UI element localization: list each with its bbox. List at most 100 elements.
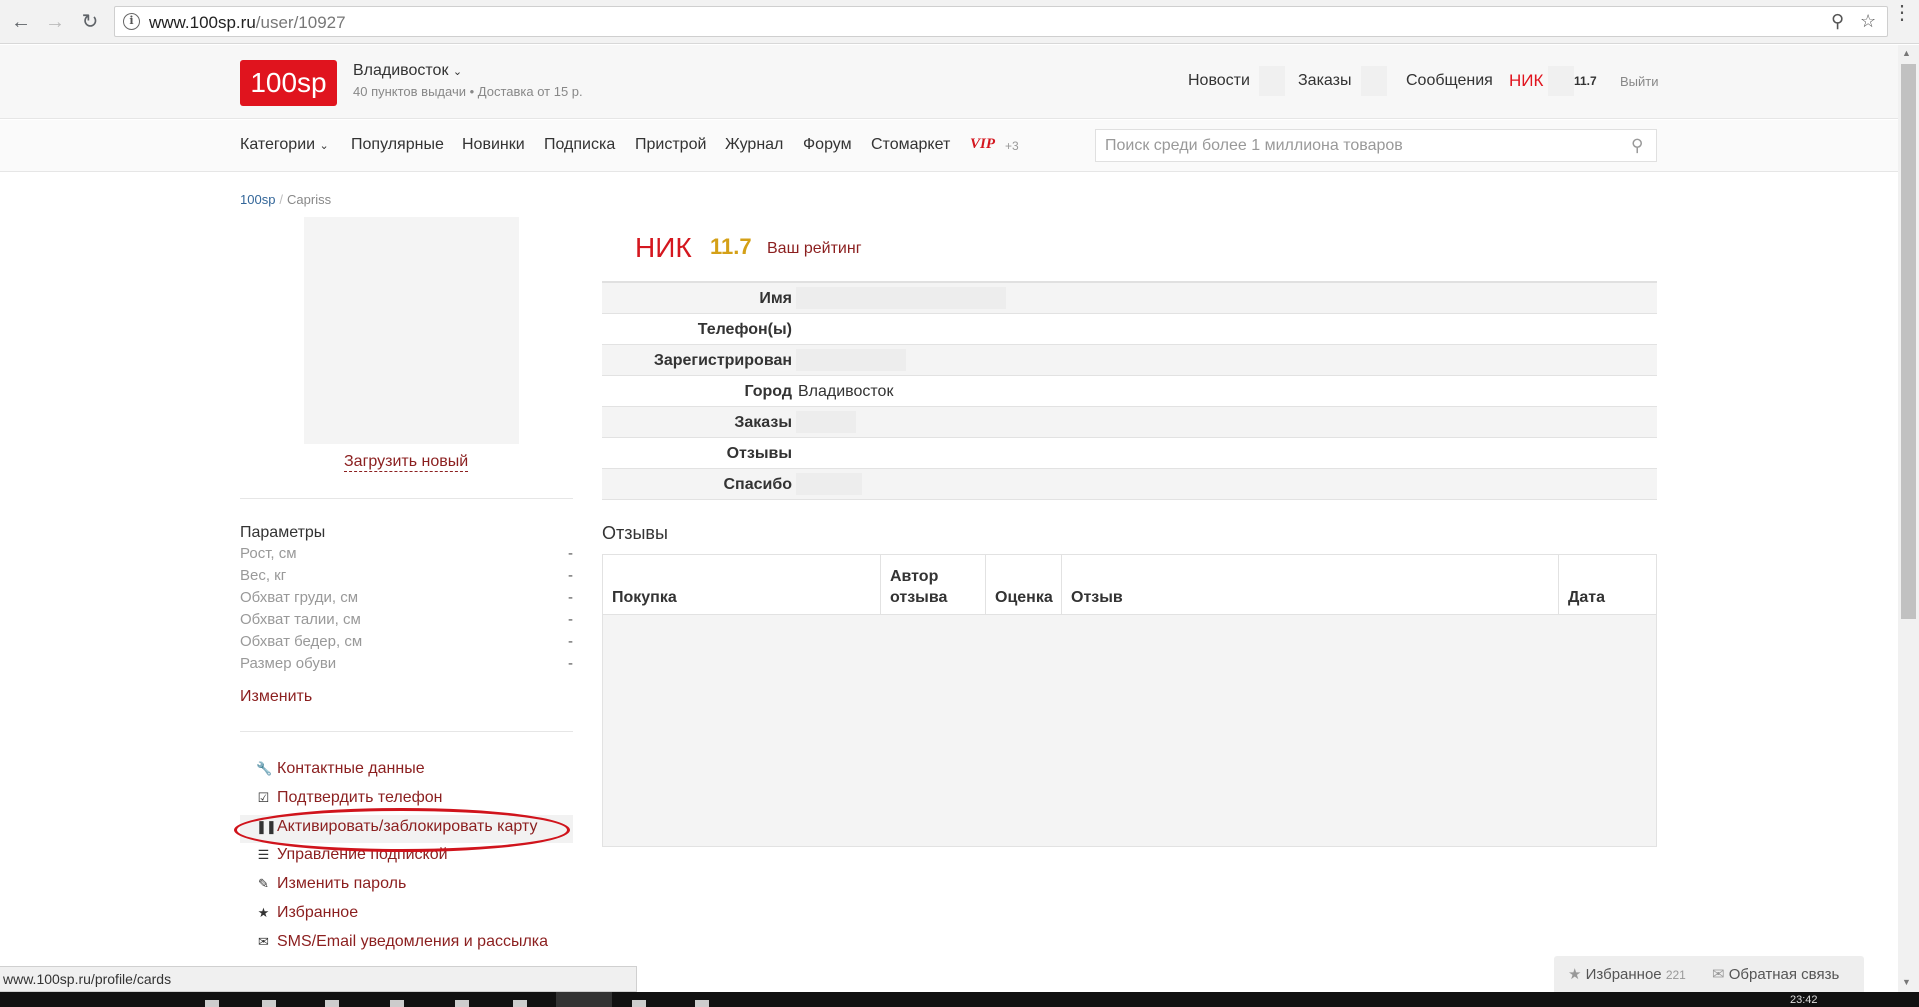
taskbar-app-icon[interactable] [513, 1000, 527, 1007]
address-url[interactable]: www.100sp.ru/user/10927 [149, 13, 346, 33]
taskbar-app-icon[interactable] [632, 1000, 646, 1007]
redacted-value [796, 287, 1006, 309]
avatar [304, 217, 519, 444]
cat-stomarket[interactable]: Стомаркет [871, 136, 950, 154]
cat-categories[interactable]: Категории ⌄ [240, 136, 329, 154]
breadcrumb-separator: / [279, 192, 284, 207]
scroll-down-icon[interactable]: ▼ [1902, 977, 1911, 987]
param-row: Обхват бедер, см - [240, 633, 573, 650]
chevron-down-icon: ⌄ [452, 66, 463, 78]
info-row-thanks: Спасибо [602, 469, 1657, 500]
redacted-value [796, 349, 906, 371]
reviews-table: Покупка Автор отзыва Оценка Отзыв Дата [602, 554, 1657, 847]
info-row-orders: Заказы [602, 407, 1657, 438]
redacted-value [796, 411, 856, 433]
scrollbar-thumb[interactable] [1901, 64, 1916, 619]
profile-rating: 11.7 [710, 234, 752, 259]
upload-avatar-link[interactable]: Загрузить новый [344, 453, 469, 472]
reload-icon[interactable]: ↻ [78, 10, 102, 34]
menu-change-password[interactable]: ✎ Изменить пароль [256, 875, 406, 893]
cat-new[interactable]: Новинки [462, 136, 525, 154]
cat-popular[interactable]: Популярные [351, 136, 444, 154]
wrench-icon: 🔧 [256, 761, 273, 776]
rating-label-link[interactable]: Ваш рейтинг [767, 240, 862, 258]
taskbar-app-icon[interactable] [205, 1000, 219, 1007]
site-logo[interactable]: 100sp [240, 60, 337, 106]
menu-notifications[interactable]: ✉ SMS/Email уведомления и рассылка [256, 933, 548, 951]
forward-arrow-icon[interactable]: → [43, 10, 67, 34]
feedback-widget[interactable]: ✉ Обратная связь [1712, 965, 1839, 983]
site-header: 100sp Владивосток ⌄ 40 пунктов выдачи • … [0, 45, 1898, 119]
search-icon[interactable]: ⚲ [1631, 136, 1643, 156]
reviews-header: Покупка Автор отзыва Оценка Отзыв Дата [603, 555, 1656, 615]
star-icon: ★ [257, 905, 270, 920]
info-row-registered: Зарегистрирован [602, 345, 1657, 376]
news-badge [1259, 66, 1285, 96]
breadcrumb-current: Capriss [287, 192, 332, 207]
param-row: Обхват талии, см - [240, 611, 573, 628]
info-row-reviews: Отзывы [602, 438, 1657, 469]
logout-link[interactable]: Выйти [1620, 74, 1659, 89]
search-box[interactable]: ⚲ [1095, 129, 1657, 162]
browser-menu-icon[interactable]: ⋮ [1892, 3, 1912, 23]
params-title: Параметры [240, 524, 326, 541]
zoom-icon[interactable]: ⚲ [1831, 11, 1844, 32]
breadcrumb-root[interactable]: 100sp [240, 192, 275, 207]
vip-link[interactable]: VIP [970, 136, 995, 153]
param-row: Размер обуви - [240, 655, 573, 672]
user-nick[interactable]: НИК [1509, 71, 1543, 91]
col-date[interactable]: Дата [1559, 555, 1656, 615]
status-bar-url: www.100sp.ru/profile/cards [0, 966, 637, 992]
menu-favorites[interactable]: ★ Избранное [256, 904, 358, 922]
param-row: Рост, см - [240, 545, 573, 562]
param-row: Обхват груди, см - [240, 589, 573, 606]
cat-subscription[interactable]: Подписка [544, 136, 615, 154]
col-rating[interactable]: Оценка [986, 555, 1062, 615]
bookmark-star-icon[interactable]: ☆ [1860, 11, 1876, 32]
taskbar-app-icon[interactable] [390, 1000, 404, 1007]
profile-nick: НИК [635, 232, 692, 263]
delivery-info: 40 пунктов выдачи • Доставка от 15 р. [353, 84, 583, 99]
redacted-value [796, 473, 862, 495]
nav-orders[interactable]: Заказы [1298, 72, 1351, 90]
search-input[interactable] [1096, 130, 1616, 161]
divider [240, 731, 573, 732]
col-author[interactable]: Автор отзыва [881, 555, 986, 615]
back-arrow-icon[interactable]: ← [9, 10, 33, 34]
address-bar[interactable]: i www.100sp.ru/user/10927 ⚲ ☆ [114, 6, 1888, 37]
edit-params-link[interactable]: Изменить [240, 688, 312, 706]
taskbar-app-icon[interactable] [455, 1000, 469, 1007]
cat-journal[interactable]: Журнал [725, 136, 783, 154]
info-row-name: Имя [602, 283, 1657, 314]
info-row-city: Город Владивосток [602, 376, 1657, 407]
envelope-icon: ✉ [1712, 966, 1725, 983]
check-square-icon: ☑ [257, 790, 270, 805]
taskbar-app-icon[interactable] [695, 1000, 709, 1007]
reviews-title: Отзывы [602, 523, 668, 543]
info-icon[interactable]: i [123, 13, 140, 30]
cat-pristroy[interactable]: Пристрой [635, 136, 706, 154]
taskbar-clock: 23:42 [1790, 994, 1818, 1006]
nav-messages[interactable]: Сообщения [1406, 72, 1493, 90]
col-purchase[interactable]: Покупка [603, 555, 881, 615]
envelope-icon: ✉ [258, 934, 269, 949]
favorites-widget[interactable]: ★ Избранное 221 [1568, 965, 1686, 983]
pencil-icon: ✎ [258, 876, 269, 891]
vip-count: +3 [1005, 139, 1019, 153]
messages-badge [1548, 66, 1574, 96]
taskbar-app-icon[interactable] [325, 1000, 339, 1007]
nav-news[interactable]: Новости [1188, 72, 1250, 90]
divider [240, 498, 573, 499]
menu-contacts[interactable]: 🔧 Контактные данные [256, 760, 425, 778]
col-review[interactable]: Отзыв [1062, 555, 1559, 615]
star-icon: ★ [1568, 966, 1582, 983]
scroll-up-icon[interactable]: ▲ [1902, 48, 1911, 58]
menu-confirm-phone[interactable]: ☑ Подтвердить телефон [256, 789, 443, 807]
taskbar-active-app[interactable] [556, 992, 612, 1007]
city-selector[interactable]: Владивосток ⌄ [353, 62, 462, 80]
cat-forum[interactable]: Форум [803, 136, 852, 154]
breadcrumb: 100sp / Capriss [240, 192, 331, 207]
taskbar-app-icon[interactable] [262, 1000, 276, 1007]
os-taskbar [0, 992, 1919, 1007]
profile-info-table: Имя Телефон(ы) Зарегистрирован Город Влад… [602, 281, 1657, 500]
